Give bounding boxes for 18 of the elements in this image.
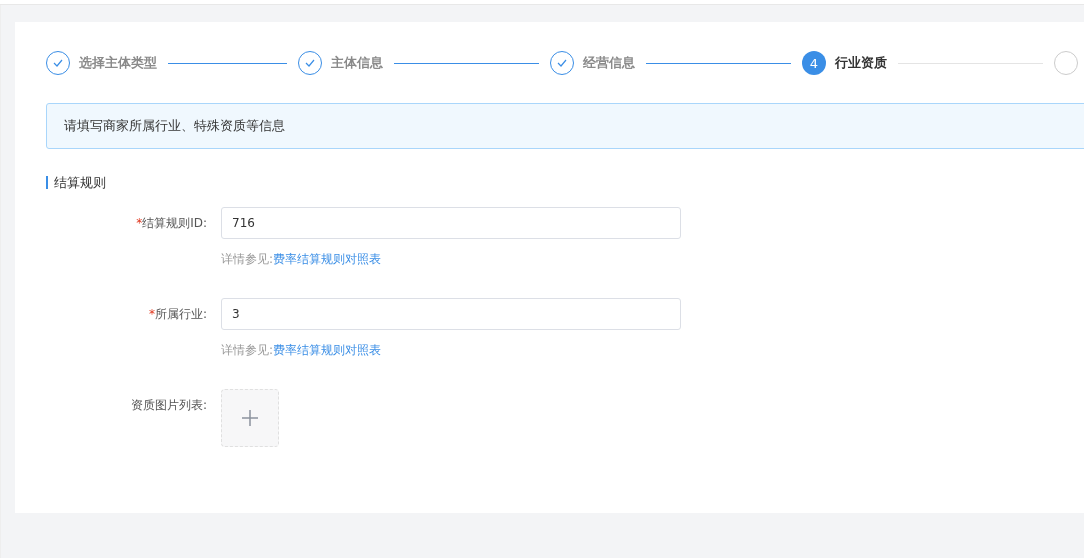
alert-text: 请填写商家所属行业、特殊资质等信息 <box>64 117 285 135</box>
rule-table-link[interactable]: 费率结算规则对照表 <box>273 343 382 357</box>
section-title: 结算规则 <box>46 176 1084 189</box>
step-label: 行业资质 <box>835 54 887 72</box>
step-label: 经营信息 <box>583 54 635 72</box>
hint-text: 详情参见: <box>221 343 274 357</box>
step-number: 4 <box>802 51 826 75</box>
step-label: 选择主体类型 <box>79 54 157 72</box>
step-label: 主体信息 <box>331 54 383 72</box>
field-label: *结算规则ID: <box>135 215 208 232</box>
rule-table-link[interactable]: 费率结算规则对照表 <box>273 252 382 266</box>
hint-text: 详情参见: <box>221 252 274 266</box>
field-label: *所属行业: <box>147 306 208 323</box>
input-field[interactable]: 3 <box>221 298 681 330</box>
plus-icon <box>241 409 259 427</box>
field-label: 资质图片列表: <box>129 397 208 414</box>
input-field[interactable]: 716 <box>221 207 681 239</box>
upload-button[interactable] <box>221 389 279 447</box>
